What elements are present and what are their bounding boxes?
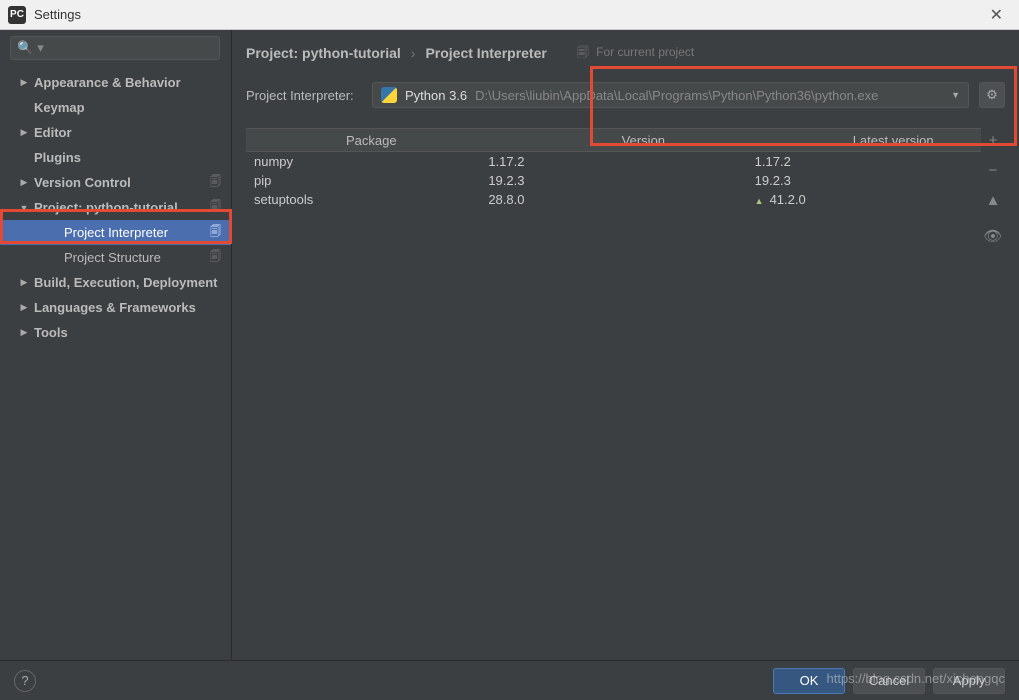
- sidebar-item-label: Editor: [34, 125, 72, 140]
- close-icon[interactable]: ✕: [982, 5, 1011, 25]
- table-row[interactable]: pip19.2.319.2.3: [246, 171, 981, 190]
- sidebar-item-project-structure[interactable]: Project Structure 🗐: [0, 245, 231, 270]
- interpreter-label: Project Interpreter:: [246, 88, 362, 103]
- col-package[interactable]: Package: [246, 133, 522, 148]
- expand-arrow-icon: ▶: [18, 77, 30, 88]
- sidebar-item-label: Tools: [34, 325, 68, 340]
- sidebar-item-plugins[interactable]: Plugins: [0, 145, 231, 170]
- copy-icon: 🗐: [577, 45, 589, 59]
- interpreter-settings-button[interactable]: ⚙: [979, 82, 1005, 108]
- expand-arrow-icon: ▶: [18, 302, 30, 313]
- sidebar-item-keymap[interactable]: Keymap: [0, 95, 231, 120]
- sidebar-item-build-execution-deployment[interactable]: ▶ Build, Execution, Deployment: [0, 270, 231, 295]
- expand-arrow-icon: ▶: [18, 177, 30, 188]
- packages-table: Package Version Latest version numpy1.17…: [246, 128, 981, 246]
- sidebar-item-label: Project Structure: [64, 250, 161, 265]
- breadcrumb-separator: ›: [411, 45, 416, 61]
- sidebar-item-label: Project: python-tutorial: [34, 200, 178, 215]
- upgrade-available-icon: ▲: [755, 196, 764, 206]
- sidebar-item-label: Version Control: [34, 175, 131, 190]
- expand-arrow-icon: ▶: [18, 127, 30, 138]
- app-icon: PC: [8, 6, 26, 24]
- breadcrumb-page: Project Interpreter: [425, 45, 546, 61]
- gear-icon: ⚙: [986, 87, 998, 103]
- sidebar-item-project-python-tutorial[interactable]: ▼ Project: python-tutorial 🗐: [0, 195, 231, 220]
- per-project-icon: 🗐: [210, 223, 221, 242]
- cancel-button[interactable]: Cancel: [853, 668, 925, 694]
- interpreter-name: Python 3.6: [405, 88, 467, 103]
- add-package-button[interactable]: +: [983, 130, 1003, 150]
- sidebar-item-label: Plugins: [34, 150, 81, 165]
- settings-sidebar: 🔍 ▾ ▶ Appearance & Behavior Keymap ▶ Editor P…: [0, 30, 232, 660]
- interpreter-select[interactable]: Python 3.6 D:\Users\liubin\AppData\Local…: [372, 82, 969, 108]
- sidebar-item-version-control[interactable]: ▶ Version Control 🗐: [0, 170, 231, 195]
- cell-version: 1.17.2: [480, 154, 714, 169]
- sidebar-item-languages-frameworks[interactable]: ▶ Languages & Frameworks: [0, 295, 231, 320]
- sidebar-item-appearance-behavior[interactable]: ▶ Appearance & Behavior: [0, 70, 231, 95]
- main-panel: Project: python-tutorial › Project Inter…: [232, 30, 1019, 660]
- python-icon: [381, 87, 397, 103]
- interpreter-path: D:\Users\liubin\AppData\Local\Programs\P…: [475, 88, 878, 103]
- window-title: Settings: [34, 7, 982, 22]
- per-project-icon: 🗐: [210, 248, 221, 267]
- expand-arrow-icon: ▶: [18, 277, 30, 288]
- help-button[interactable]: ?: [14, 670, 36, 692]
- cell-version: 28.8.0: [480, 192, 714, 207]
- show-early-releases-button[interactable]: 👁: [983, 226, 1003, 246]
- col-version[interactable]: Version: [522, 133, 798, 148]
- table-row[interactable]: setuptools28.8.0▲41.2.0: [246, 190, 981, 209]
- search-icon: 🔍: [17, 40, 33, 56]
- search-input[interactable]: 🔍 ▾: [10, 36, 220, 60]
- cell-latest: 19.2.3: [715, 173, 981, 188]
- per-project-icon: 🗐: [210, 173, 221, 192]
- sidebar-item-tools[interactable]: ▶ Tools: [0, 320, 231, 345]
- col-latest[interactable]: Latest version: [797, 133, 981, 148]
- remove-package-button[interactable]: −: [983, 160, 1003, 180]
- sidebar-item-label: Project Interpreter: [64, 225, 168, 240]
- per-project-icon: 🗐: [210, 198, 221, 217]
- cell-package: pip: [246, 173, 480, 188]
- breadcrumb-project: Project: python-tutorial: [246, 45, 401, 61]
- sidebar-item-label: Build, Execution, Deployment: [34, 275, 217, 290]
- expand-arrow-icon: ▼: [18, 203, 30, 213]
- sidebar-item-project-interpreter[interactable]: Project Interpreter 🗐: [0, 220, 231, 245]
- cell-package: numpy: [246, 154, 480, 169]
- cell-version: 19.2.3: [480, 173, 714, 188]
- sidebar-item-editor[interactable]: ▶ Editor: [0, 120, 231, 145]
- chevron-down-icon: ▼: [951, 90, 960, 100]
- cell-package: setuptools: [246, 192, 480, 207]
- apply-button[interactable]: Apply: [933, 668, 1005, 694]
- sidebar-item-label: Appearance & Behavior: [34, 75, 181, 90]
- cell-latest: 1.17.2: [715, 154, 981, 169]
- table-row[interactable]: numpy1.17.21.17.2: [246, 152, 981, 171]
- upgrade-package-button[interactable]: ▲: [983, 190, 1003, 210]
- sidebar-item-label: Keymap: [34, 100, 85, 115]
- ok-button[interactable]: OK: [773, 668, 845, 694]
- search-dropdown-icon: ▾: [37, 40, 44, 56]
- breadcrumb: Project: python-tutorial › Project Inter…: [246, 40, 1005, 66]
- cell-latest: ▲41.2.0: [715, 192, 981, 207]
- sidebar-item-label: Languages & Frameworks: [34, 300, 196, 315]
- expand-arrow-icon: ▶: [18, 327, 30, 338]
- breadcrumb-note: 🗐 For current project: [577, 43, 694, 64]
